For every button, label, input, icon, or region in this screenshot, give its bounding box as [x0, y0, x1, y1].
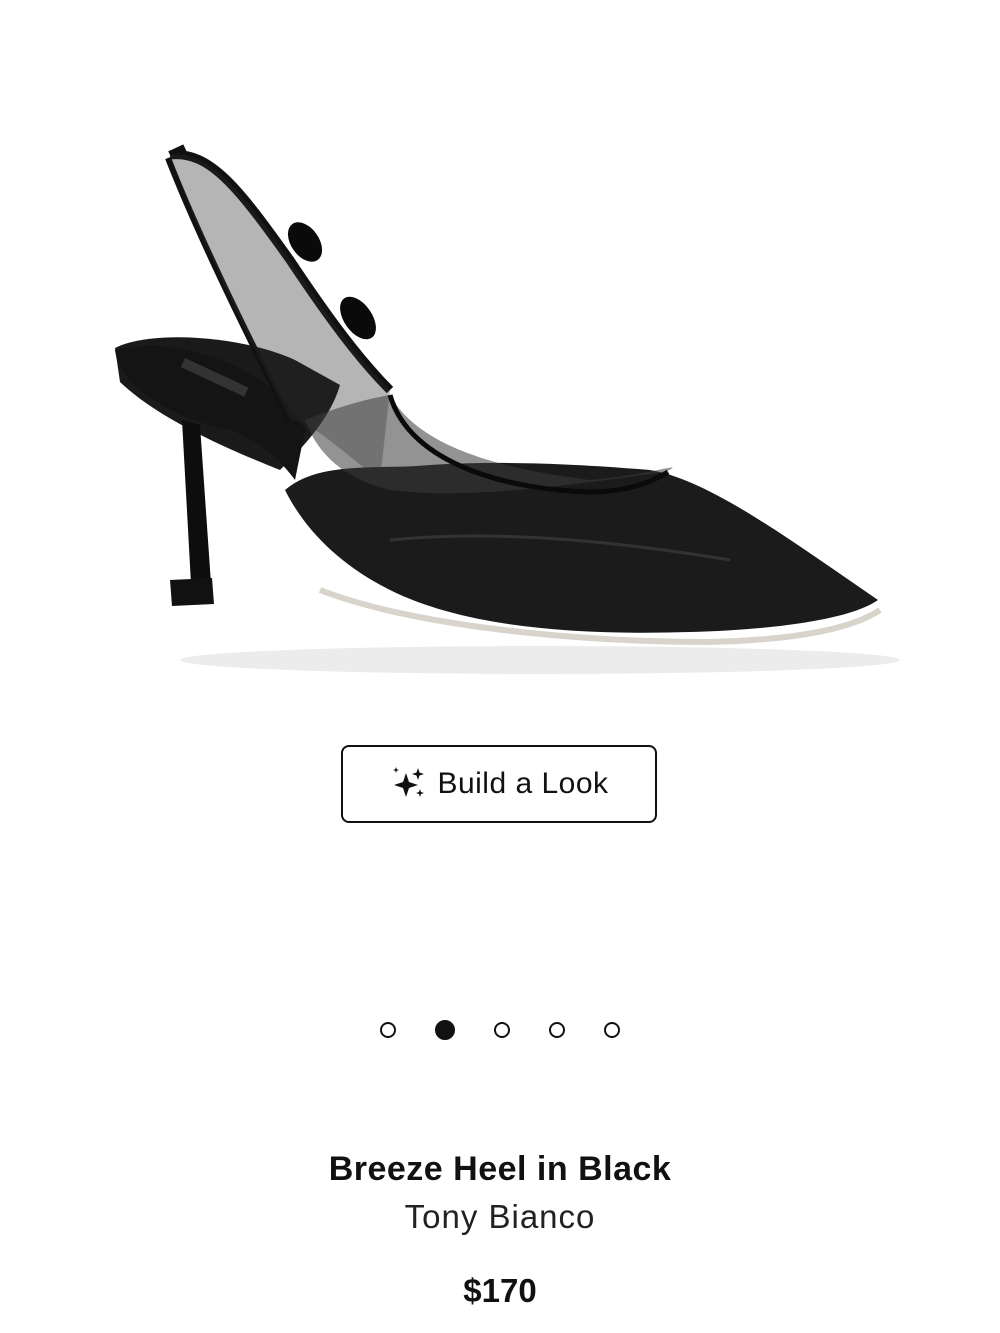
sparkles-icon — [389, 765, 427, 803]
build-a-look-label: Build a Look — [437, 767, 609, 800]
image-pagination — [0, 1018, 1000, 1042]
pagination-dot-4[interactable] — [549, 1022, 565, 1038]
product-title: Breeze Heel in Black — [328, 1150, 672, 1188]
pagination-dot-2-active[interactable] — [435, 1020, 455, 1040]
product-image[interactable] — [90, 120, 910, 700]
pagination-dot-3[interactable] — [494, 1022, 510, 1038]
product-price: $170 — [463, 1272, 537, 1309]
pagination-dot-1[interactable] — [380, 1022, 396, 1038]
pagination-dot-5[interactable] — [604, 1022, 620, 1038]
shoe-image — [115, 144, 900, 674]
build-a-look-button[interactable]: Build a Look — [341, 745, 657, 823]
product-brand[interactable]: Tony Bianco — [0, 1198, 1000, 1236]
